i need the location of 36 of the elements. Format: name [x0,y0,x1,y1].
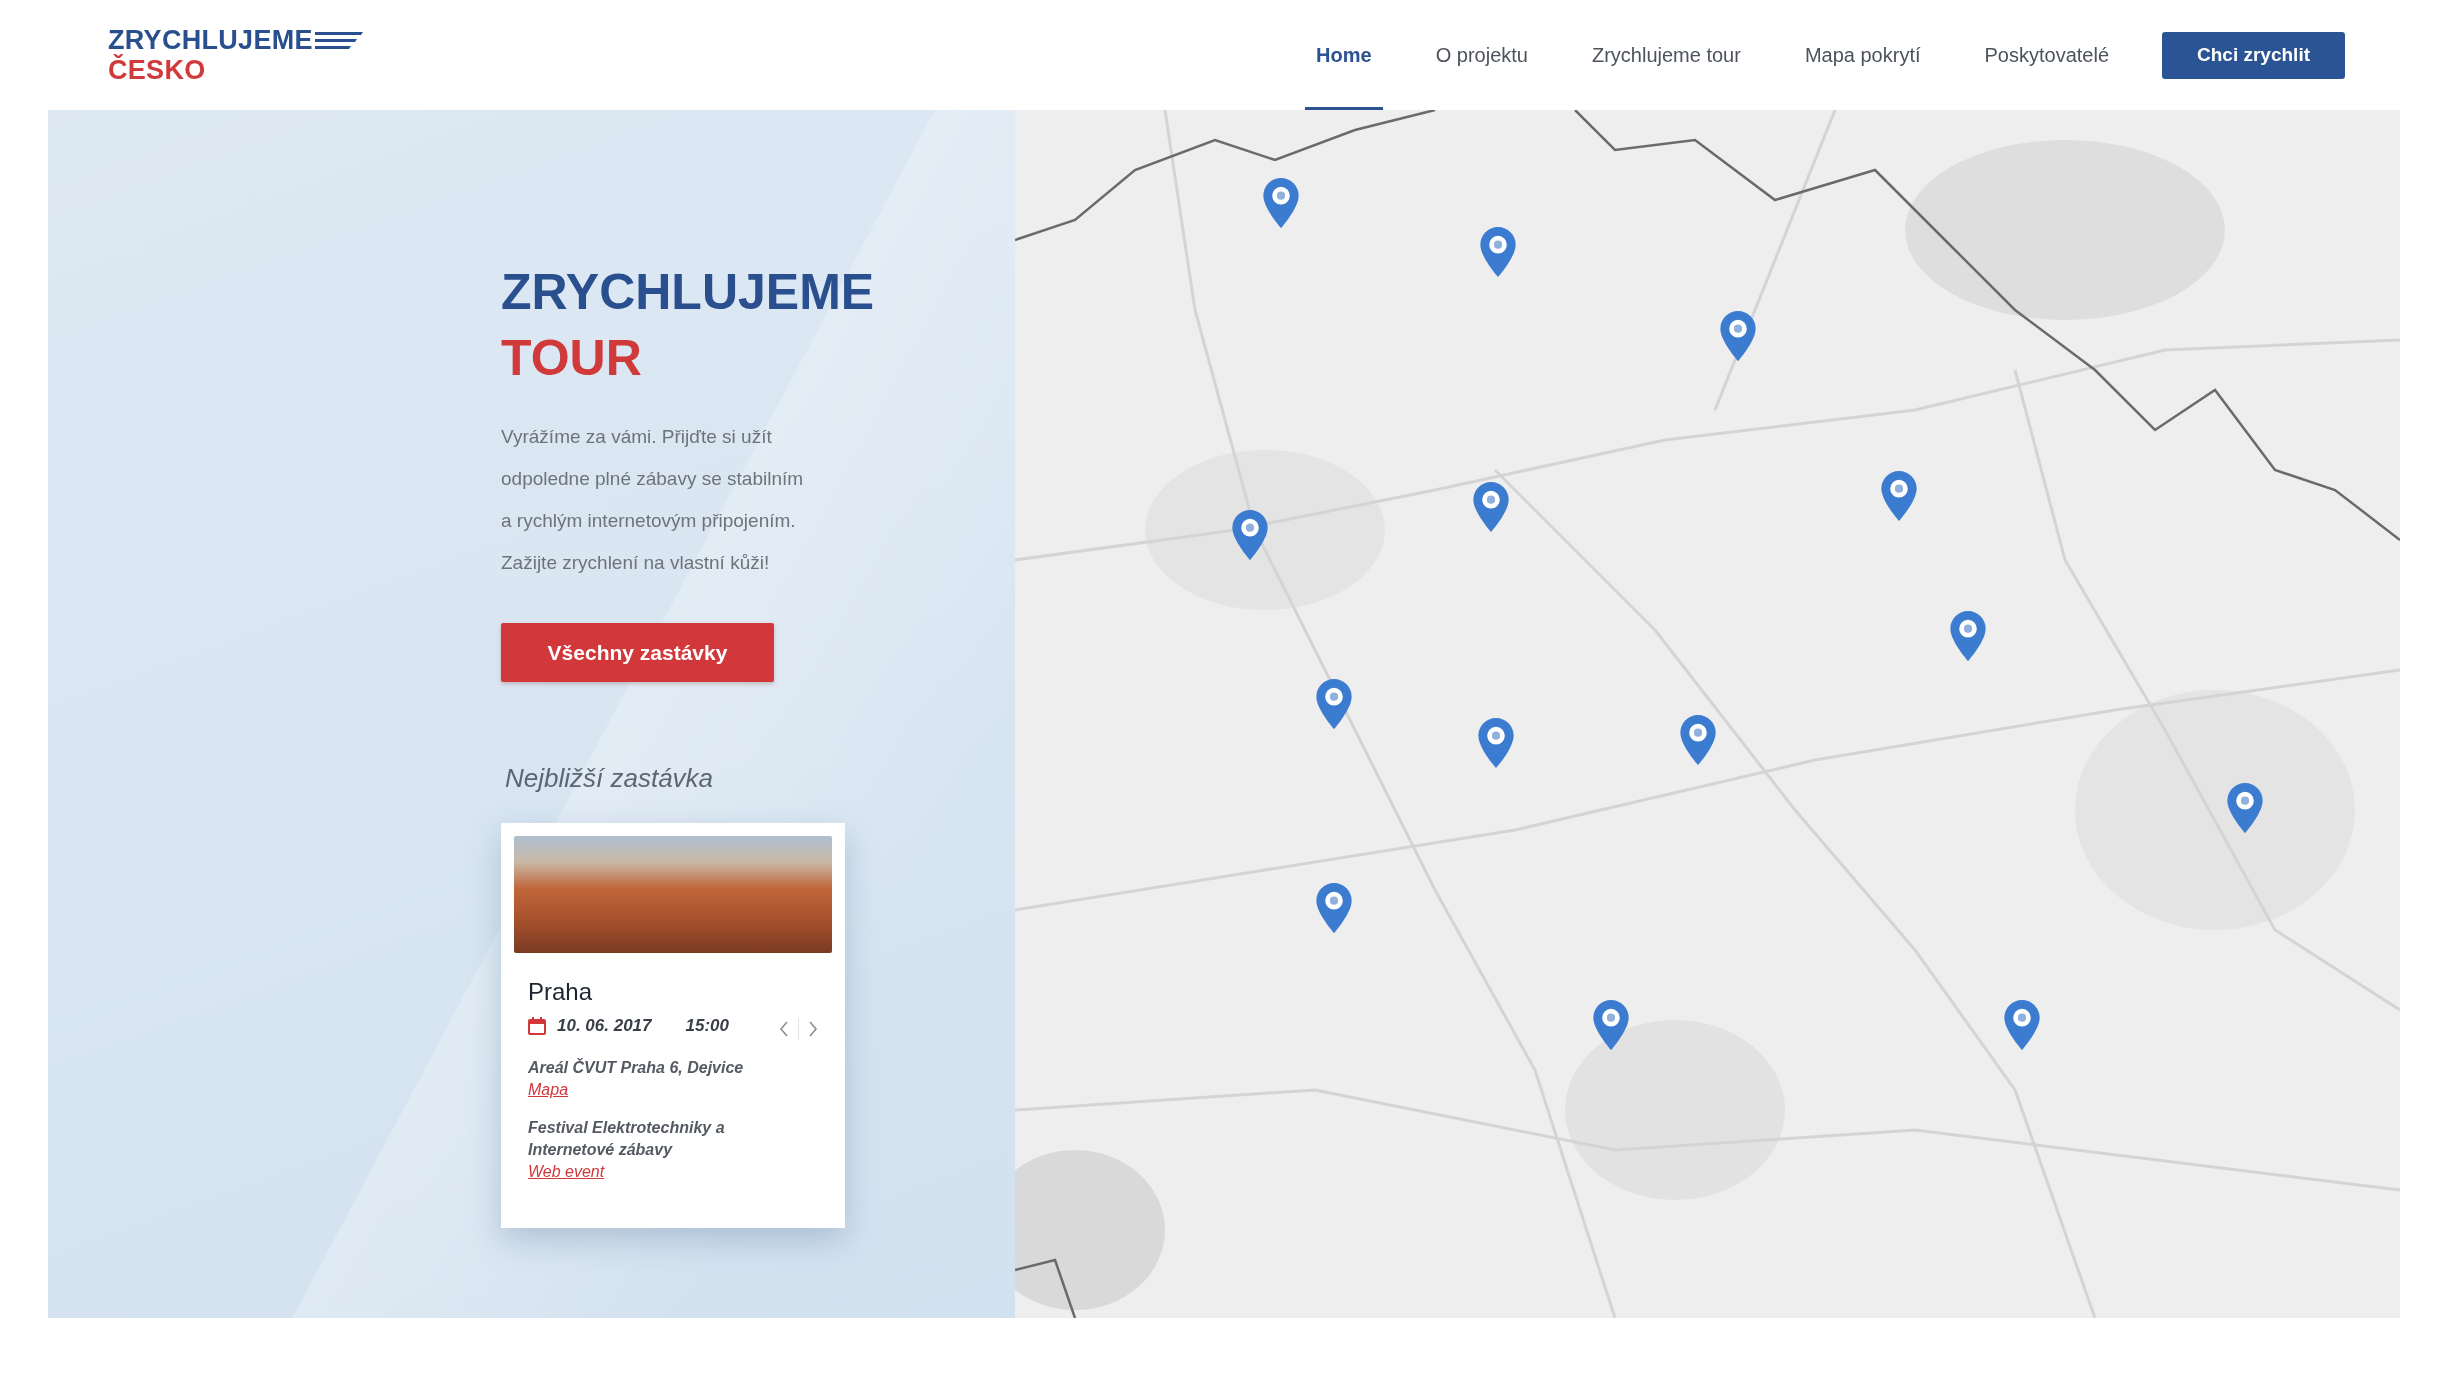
map-pin-icon[interactable] [2003,1000,2040,1051]
cta-button[interactable]: Chci zrychlit [2162,31,2345,79]
chevron-left-icon[interactable] [779,1021,789,1037]
event-name: Festival Elektrotechniky a Internetové zábavy [528,1118,726,1160]
all-stops-button[interactable]: Všechny zastávky [501,623,774,682]
map-pin-icon[interactable] [1315,883,1352,934]
chevron-right-icon[interactable] [808,1021,818,1037]
nav-link[interactable]: O projektu [1424,0,1539,110]
map-pin-icon[interactable] [1949,611,1986,662]
map-pin-icon[interactable] [2226,782,2263,833]
stop-address: Areál ČVUT Praha 6, Dejvice [528,1057,745,1078]
map-pin-icon[interactable] [1262,177,1299,228]
map-pin-icon[interactable] [1592,1000,1629,1051]
nav-link[interactable]: Poskytovatelé [1973,0,2120,110]
map-pin-icon[interactable] [1473,482,1510,533]
map-pin-icon[interactable] [1232,509,1269,560]
calendar-icon [528,1017,546,1035]
stop-city: Praha [528,977,594,1007]
map-pin-icon[interactable] [1880,471,1917,522]
map-pin-icon[interactable] [1477,717,1514,768]
map-pin-icon[interactable] [1679,715,1716,766]
map-pin-icon[interactable] [1719,310,1756,361]
nav-link[interactable]: Mapa pokrytí [1793,0,1932,110]
stop-date: 10. 06. 2017 [557,1016,652,1036]
hero-text: Vyrážíme za vámi. Přijďte si užít odpoledne plné zábavy se stabilním a rychlým internetovým připojením. Zažijte zrychlení na vlastní kůži! [501,425,805,575]
event-link[interactable]: Web event [528,1161,605,1183]
logo-subtitle[interactable]: ČESKO [108,55,363,85]
hero-title: ZRYCHLUJEME TOUR [501,263,876,388]
nav-link[interactable]: Zrychlujeme tour [1580,0,1752,110]
speed-lines-icon [314,30,363,50]
logo-title[interactable]: ZRYCHLUJEME [108,25,313,55]
map-link[interactable]: Mapa [528,1079,569,1101]
stop-time: 15:00 [685,1016,729,1036]
section-label: Nejbližší zastávka [505,762,715,794]
map-pin-icon[interactable] [1315,679,1352,730]
map-pin-icon[interactable] [1480,227,1517,278]
